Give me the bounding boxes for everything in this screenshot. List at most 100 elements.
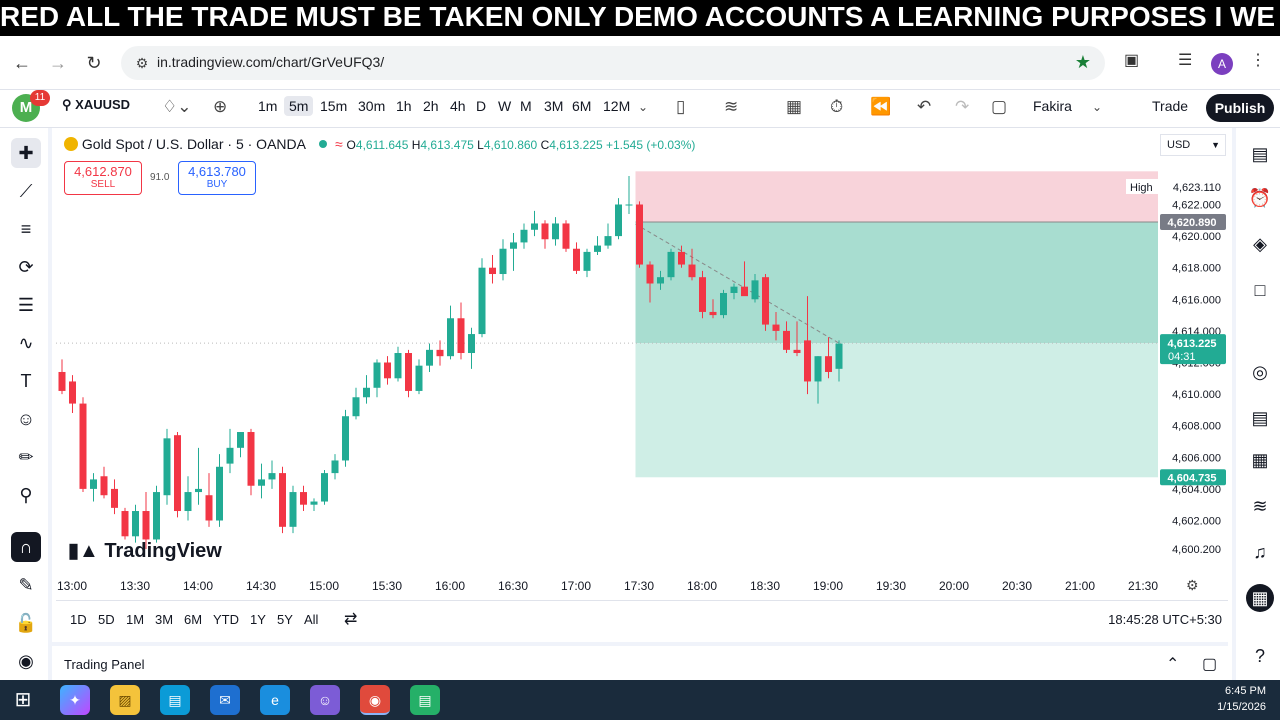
layout-icon[interactable]: ▢	[991, 97, 1007, 117]
tf-1h[interactable]: 1h	[396, 98, 412, 114]
file-explorer-icon[interactable]: ▨	[110, 685, 140, 715]
symbol-type-icon[interactable]: ♢⌄	[162, 97, 191, 117]
watchlist-icon[interactable]: ▤	[1246, 140, 1274, 168]
text-icon[interactable]: T	[11, 366, 41, 396]
target-icon[interactable]: ◎	[1246, 358, 1274, 386]
tf-6m[interactable]: 6M	[572, 98, 591, 114]
discord-icon[interactable]: ☺	[310, 685, 340, 715]
replay-icon[interactable]: ⏪	[870, 97, 891, 117]
site-info-icon[interactable]: ⚙	[133, 54, 151, 72]
chat-icon[interactable]: □	[1246, 276, 1274, 304]
range-1d[interactable]: 1D	[70, 612, 87, 627]
redo-icon[interactable]: ↷	[955, 97, 969, 117]
store-icon[interactable]: ▤	[160, 685, 190, 715]
range-6m[interactable]: 6M	[184, 612, 202, 627]
tf-15m[interactable]: 15m	[320, 98, 347, 114]
browser-menu-icon[interactable]: ⋮	[1250, 50, 1266, 70]
date-range-icon[interactable]: ⇄	[344, 609, 357, 629]
undo-icon[interactable]: ↶	[917, 97, 931, 117]
maximize-icon[interactable]: ▢	[1202, 654, 1217, 674]
tf-30m[interactable]: 30m	[358, 98, 385, 114]
layout-dropdown-icon[interactable]: ⌄	[1092, 100, 1102, 114]
session-clock[interactable]: 18:45:28 UTC+5:30	[1108, 612, 1222, 627]
layers-icon[interactable]: ◈	[1246, 230, 1274, 258]
prediction-icon[interactable]: ☰	[11, 290, 41, 320]
pattern-icon[interactable]: ⟳	[11, 252, 41, 282]
calendar-icon[interactable]: ▦	[1246, 446, 1274, 474]
layout-name[interactable]: Fakira	[1033, 98, 1072, 114]
time-axis[interactable]: 13:00 13:30 14:00 14:30 15:00 15:30 16:00 16:30…	[56, 575, 1164, 597]
fib-icon[interactable]: ≡	[11, 214, 41, 244]
ruler-icon[interactable]: ✏	[11, 442, 41, 472]
address-bar[interactable]: ⚙ in.tradingview.com/chart/GrVeUFQ3/ ★	[121, 46, 1105, 80]
publish-button[interactable]: Publish	[1206, 94, 1274, 122]
reload-icon[interactable]: ↻	[82, 51, 106, 75]
collapse-up-icon[interactable]: ⌃	[1166, 654, 1179, 674]
buy-button[interactable]: 4,613.780 BUY	[178, 161, 256, 195]
windows-start-icon[interactable]: ⊞	[8, 685, 38, 715]
forward-icon[interactable]: →	[46, 51, 70, 75]
trading-panel-label[interactable]: Trading Panel	[64, 657, 144, 672]
tf-4h[interactable]: 4h	[450, 98, 466, 114]
range-3m[interactable]: 3M	[155, 612, 173, 627]
trade-button[interactable]: Trade	[1152, 98, 1188, 114]
price-tick-label: 4,622.000	[1172, 200, 1221, 212]
zoom-icon[interactable]: ⚲	[11, 480, 41, 510]
app-icon[interactable]: ▤	[410, 685, 440, 715]
tf-1m[interactable]: 1m	[258, 98, 277, 114]
lock-icon[interactable]: 🔓	[11, 608, 41, 638]
draw-mode-icon[interactable]: ✎	[11, 570, 41, 600]
candles-icon[interactable]: ▯	[676, 97, 685, 117]
tf-w[interactable]: W	[498, 98, 511, 114]
media-icon[interactable]: ☰	[1178, 50, 1192, 70]
copilot-icon[interactable]: ✦	[60, 685, 90, 715]
alert-icon[interactable]: ⏱	[830, 97, 843, 117]
ideas-icon[interactable]: ▤	[1246, 404, 1274, 432]
notifications-icon[interactable]: ♫	[1246, 538, 1274, 566]
alerts-icon[interactable]: ⏰	[1246, 184, 1274, 212]
trend-line-icon[interactable]: ⟋	[11, 176, 41, 206]
symbol-search[interactable]: ⚲ XAUUSD	[62, 97, 130, 113]
eye-icon[interactable]: ◉	[11, 646, 41, 676]
currency-select[interactable]: USD ▼	[1160, 134, 1226, 156]
edge-icon[interactable]: e	[260, 685, 290, 715]
magnet-icon[interactable]: ∩	[11, 532, 41, 562]
range-1y[interactable]: 1Y	[250, 612, 266, 627]
mail-icon[interactable]: ✉	[210, 685, 240, 715]
price-chart[interactable]: 4,623.110 4,622.000 4,620.000 4,618.000 4,61…	[56, 130, 1228, 600]
help-icon[interactable]: ?	[1246, 642, 1274, 670]
candle-body	[625, 204, 633, 206]
chrome-icon[interactable]: ◉	[360, 685, 390, 715]
axis-settings-icon[interactable]: ⚙	[1186, 577, 1199, 594]
trading-panel[interactable]: Trading Panel ⌃ ▢	[52, 642, 1228, 680]
compare-add-icon[interactable]: ⊕	[213, 97, 227, 117]
range-5y[interactable]: 5Y	[277, 612, 293, 627]
tf-d[interactable]: D	[476, 98, 486, 114]
range-5d[interactable]: 5D	[98, 612, 115, 627]
tf-3m[interactable]: 3M	[544, 98, 563, 114]
crosshair-icon[interactable]: ✚	[11, 138, 41, 168]
candle-body	[678, 251, 685, 265]
indicators-icon[interactable]: ≋	[724, 97, 738, 117]
tf-2h[interactable]: 2h	[423, 98, 439, 114]
bookmark-star-icon[interactable]: ★	[1075, 52, 1091, 73]
templates-icon[interactable]: ▦	[786, 97, 802, 117]
tf-m[interactable]: M	[520, 98, 532, 114]
apps-grid-icon[interactable]: ▦	[1246, 584, 1274, 612]
range-1m[interactable]: 1M	[126, 612, 144, 627]
timeframe-dropdown-icon[interactable]: ⌄	[638, 100, 648, 114]
browser-profile-avatar[interactable]: A	[1211, 53, 1233, 75]
range-all[interactable]: All	[304, 612, 318, 627]
brush-icon[interactable]: ∿	[11, 328, 41, 358]
sell-button[interactable]: 4,612.870 SELL	[64, 161, 142, 195]
tf-12m[interactable]: 12M	[603, 98, 630, 114]
chart-pane[interactable]: 4,623.110 4,622.000 4,620.000 4,618.000 4,61…	[56, 130, 1228, 600]
stream-icon[interactable]: ≋	[1246, 492, 1274, 520]
system-clock[interactable]: 6:45 PM 1/15/2026	[1217, 683, 1266, 715]
extensions-icon[interactable]: ▣	[1124, 50, 1139, 70]
range-ytd[interactable]: YTD	[213, 612, 239, 627]
back-icon[interactable]: ←	[10, 51, 34, 75]
candle-body	[289, 492, 297, 527]
emoji-icon[interactable]: ☺	[11, 404, 41, 434]
tf-5m[interactable]: 5m	[284, 96, 314, 116]
